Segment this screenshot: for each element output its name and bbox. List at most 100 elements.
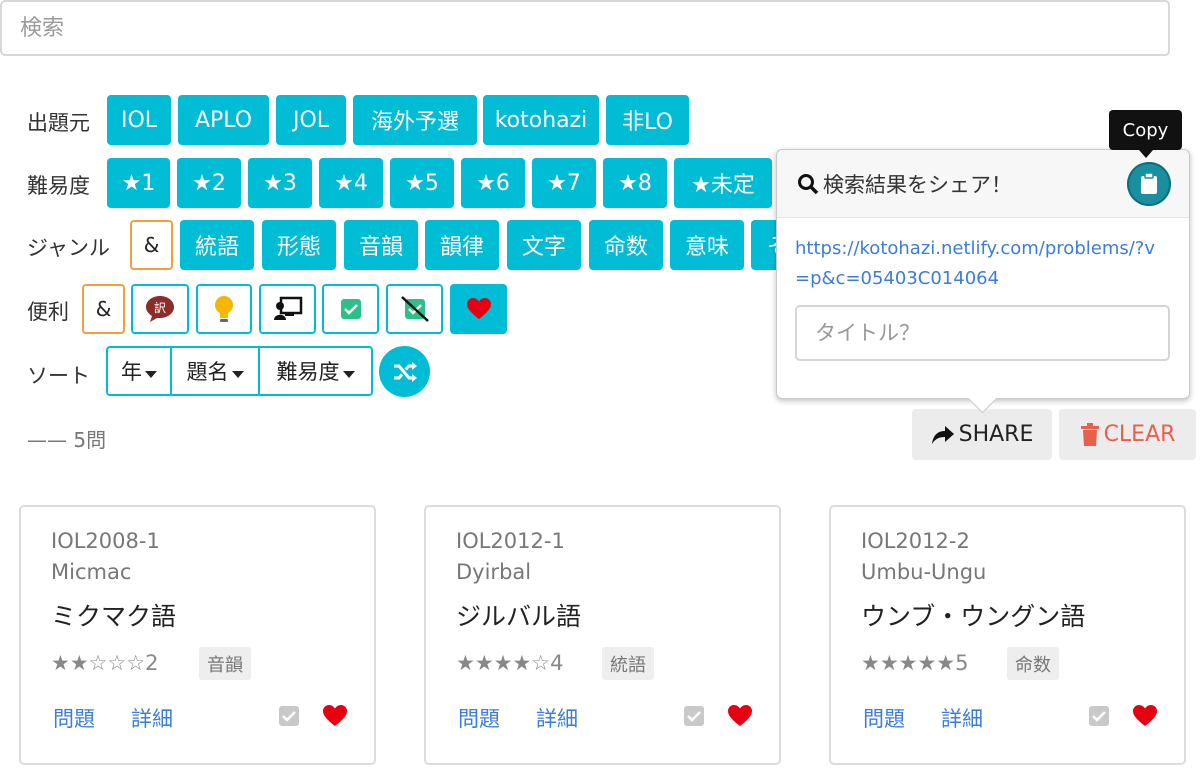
genre-tag: 音韻 (199, 647, 251, 680)
difficulty-chip-2[interactable]: ★2 (177, 158, 241, 208)
heart-icon[interactable] (322, 704, 348, 728)
svg-text:訳: 訳 (154, 300, 166, 315)
caret-down-icon (342, 370, 355, 378)
lightbulb-icon (215, 296, 233, 322)
solved-checkbox[interactable] (684, 706, 704, 726)
check-icon (687, 711, 701, 722)
result-count: —— 5問 (27, 428, 107, 452)
solved-filter[interactable] (322, 284, 379, 334)
heart-icon[interactable] (727, 704, 753, 728)
unsolved-filter[interactable] (386, 284, 443, 334)
problem-link[interactable]: 問題 (53, 703, 95, 733)
heart-icon (466, 298, 491, 319)
genre-chip-prosody[interactable]: 韻律 (425, 220, 499, 270)
detail-link[interactable]: 詳細 (131, 703, 173, 733)
difficulty-chip-1[interactable]: ★1 (107, 158, 170, 208)
clipboard-icon (1141, 173, 1157, 194)
problem-language: Umbu-Ungu (861, 560, 987, 584)
source-chip-kotohazi[interactable]: kotohazi (483, 95, 599, 145)
genre-label: ジャンル (27, 236, 110, 260)
source-chip-non-lo[interactable]: 非LO (606, 95, 689, 145)
problem-id: IOL2008-1 (51, 529, 160, 553)
sort-year-label: 年 (121, 360, 142, 384)
source-label: 出題元 (27, 111, 90, 135)
genre-chip-semantics[interactable]: 意味 (670, 220, 744, 270)
genre-chip-syntax[interactable]: 統語 (180, 220, 254, 270)
heart-icon[interactable] (1132, 704, 1158, 728)
copy-tooltip: Copy (1109, 110, 1182, 158)
utility-label: 便利 (27, 300, 69, 324)
sort-difficulty-button[interactable]: 難易度 (258, 346, 373, 396)
difficulty-chip-7[interactable]: ★7 (532, 158, 596, 208)
trash-icon (1080, 422, 1099, 446)
source-chip-jol[interactable]: JOL (276, 95, 346, 145)
difficulty-chip-4[interactable]: ★4 (319, 158, 383, 208)
difficulty-chip-undecided[interactable]: ★未定 (674, 158, 772, 208)
problem-name: ウンブ・ウングン語 (861, 602, 1086, 631)
sort-title-button[interactable]: 題名 (170, 346, 260, 396)
check-icon (1092, 711, 1106, 722)
shuffle-button[interactable] (379, 346, 430, 397)
problem-card: IOL2012-2 Umbu-Ungu ウンブ・ウングン語 ★★★★★5 命数 … (829, 505, 1186, 765)
shuffle-icon (393, 361, 417, 382)
sort-label: ソート (27, 364, 90, 388)
source-chip-aplo[interactable]: APLO (178, 95, 269, 145)
solved-checkbox[interactable] (279, 706, 299, 726)
problem-name: ジルバル語 (456, 602, 582, 631)
difficulty-chip-6[interactable]: ★6 (461, 158, 525, 208)
share-icon (931, 425, 954, 444)
sort-title-label: 題名 (186, 360, 229, 384)
problem-id: IOL2012-1 (456, 529, 565, 553)
problem-link[interactable]: 問題 (863, 703, 905, 733)
detail-link[interactable]: 詳細 (941, 703, 983, 733)
problem-language: Micmac (51, 560, 132, 584)
difficulty-label: 難易度 (27, 174, 90, 198)
search-input[interactable] (0, 0, 1170, 56)
difficulty-stars: ★★★★★5 (861, 651, 969, 675)
share-button[interactable]: SHARE (912, 409, 1052, 460)
problem-id: IOL2012-2 (861, 529, 970, 553)
genre-chip-phonology[interactable]: 音韻 (344, 220, 418, 270)
problem-name: ミクマク語 (51, 602, 177, 631)
genre-chip-script[interactable]: 文字 (507, 220, 581, 270)
share-popover-header: 検索結果をシェア！ (777, 150, 1189, 218)
difficulty-chip-3[interactable]: ★3 (248, 158, 312, 208)
share-title-input[interactable] (795, 305, 1170, 361)
share-url-link[interactable]: https://kotohazi.netlify.com/problems/?v… (795, 234, 1165, 294)
search-icon (798, 173, 819, 194)
share-popover-title: 検索結果をシェア！ (823, 172, 1012, 197)
solved-checkbox[interactable] (1089, 706, 1109, 726)
caret-down-icon (231, 370, 244, 378)
genre-and-toggle[interactable]: & (130, 220, 173, 270)
source-chip-overseas[interactable]: 海外予選 (353, 95, 477, 145)
difficulty-stars: ★★☆☆☆2 (51, 651, 159, 675)
detail-link[interactable]: 詳細 (536, 703, 578, 733)
difficulty-chip-8[interactable]: ★8 (603, 158, 667, 208)
clear-label: CLEAR (1103, 422, 1176, 447)
hint-filter[interactable] (196, 284, 252, 334)
difficulty-stars: ★★★★☆4 (456, 651, 564, 675)
problem-card: IOL2008-1 Micmac ミクマク語 ★★☆☆☆2 音韻 問題 詳細 (19, 505, 376, 765)
sort-year-button[interactable]: 年 (106, 346, 172, 396)
share-label: SHARE (958, 422, 1034, 447)
problem-link[interactable]: 問題 (458, 703, 500, 733)
share-popover: 検索結果をシェア！ https://kotohazi.netlify.com/p… (776, 149, 1190, 414)
genre-chip-numerals[interactable]: 命数 (589, 220, 663, 270)
presentation-filter[interactable] (259, 284, 316, 334)
genre-tag: 命数 (1007, 647, 1059, 680)
presentation-icon (273, 296, 302, 320)
difficulty-chip-5[interactable]: ★5 (390, 158, 454, 208)
genre-tag: 統語 (602, 647, 654, 680)
genre-chip-morphology[interactable]: 形態 (262, 220, 336, 270)
source-chip-iol[interactable]: IOL (107, 95, 171, 145)
favorite-filter[interactable] (450, 284, 507, 334)
unchecked-icon (400, 296, 429, 322)
copy-button[interactable] (1127, 162, 1171, 206)
caret-down-icon (145, 370, 157, 378)
utility-and-toggle[interactable]: & (82, 284, 125, 334)
translation-icon: 訳 (146, 296, 174, 322)
problem-language: Dyirbal (456, 560, 532, 584)
translation-filter[interactable]: 訳 (131, 284, 189, 334)
clear-button[interactable]: CLEAR (1059, 409, 1196, 460)
problem-card: IOL2012-1 Dyirbal ジルバル語 ★★★★☆4 統語 問題 詳細 (424, 505, 781, 765)
